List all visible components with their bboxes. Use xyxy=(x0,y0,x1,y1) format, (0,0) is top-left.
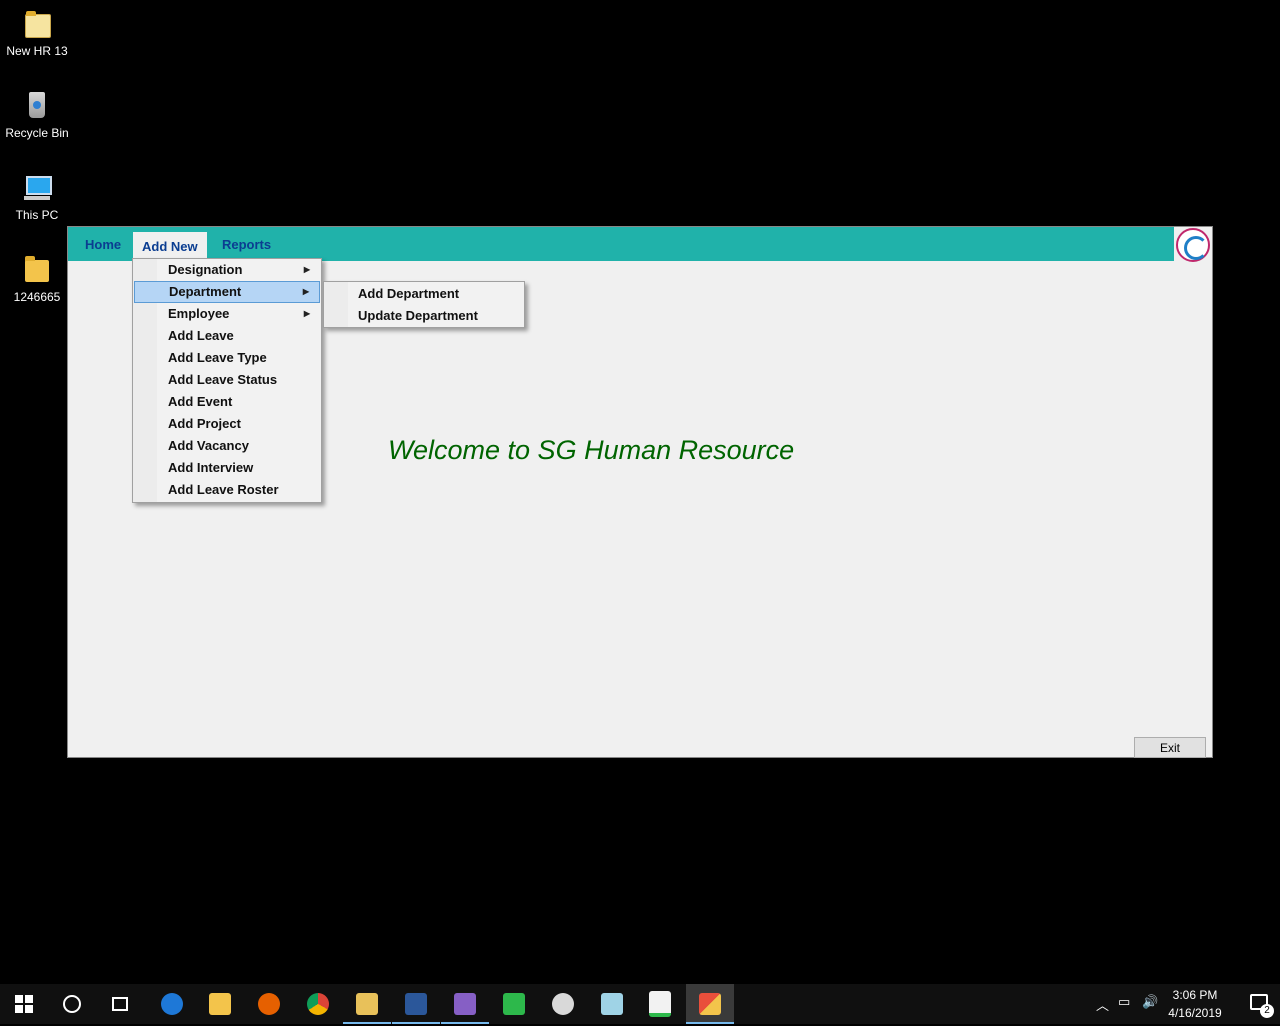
word-icon xyxy=(405,993,427,1015)
menubar: Home Add New Reports xyxy=(68,227,1174,261)
menu-item-add-leave-type[interactable]: Add Leave Type xyxy=(134,347,320,369)
task-view-icon xyxy=(112,997,128,1011)
viewer-icon xyxy=(503,993,525,1015)
task-view-button[interactable] xyxy=(96,984,144,1024)
menu-item-label: Designation xyxy=(168,262,243,277)
menu-item-add-project[interactable]: Add Project xyxy=(134,413,320,435)
menu-item-designation[interactable]: Designation ▶ xyxy=(134,259,320,281)
department-submenu: Add Department Update Department xyxy=(323,281,525,328)
menu-item-label: Employee xyxy=(168,306,230,321)
company-logo-icon xyxy=(1176,228,1210,262)
taskbar-project[interactable] xyxy=(636,984,684,1024)
start-button[interactable] xyxy=(0,984,48,1024)
taskbar-viewer[interactable] xyxy=(490,984,538,1024)
desktop-icon-this-pc[interactable]: This PC xyxy=(0,172,74,222)
welcome-heading: Welcome to SG Human Resource xyxy=(388,435,795,465)
menu-home[interactable]: Home xyxy=(76,233,130,257)
menu-item-add-event[interactable]: Add Event xyxy=(134,391,320,413)
desktop-icon-1246665[interactable]: 1246665 xyxy=(0,254,74,304)
menu-item-add-leave[interactable]: Add Leave xyxy=(134,325,320,347)
taskbar-chrome[interactable] xyxy=(294,984,342,1024)
submenu-arrow-icon: ▶ xyxy=(303,265,310,274)
taskbar-notes[interactable] xyxy=(588,984,636,1024)
taskbar-edge[interactable] xyxy=(148,984,196,1024)
chevron-up-icon[interactable]: ︿ xyxy=(1096,995,1109,1014)
taskbar: ︿ ▭ 🔊 3:06 PM 4/16/2019 2 xyxy=(0,984,1280,1024)
hr-app-icon xyxy=(699,993,721,1015)
folder-icon xyxy=(21,254,53,286)
menu-item-add-leave-roster[interactable]: Add Leave Roster xyxy=(134,479,320,501)
cortana-button[interactable] xyxy=(48,984,96,1024)
desktop-icon-label: Recycle Bin xyxy=(5,126,69,140)
clock-time: 3:06 PM xyxy=(1172,988,1218,1002)
visual-studio-icon xyxy=(454,993,476,1015)
volume-icon[interactable]: 🔊 xyxy=(1142,995,1158,1010)
desktop-icon-label: New HR 13 xyxy=(6,44,68,58)
notification-count-badge: 2 xyxy=(1260,1004,1274,1018)
menu-item-add-leave-status[interactable]: Add Leave Status xyxy=(134,369,320,391)
desktop-icon-label: 1246665 xyxy=(13,290,61,304)
taskbar-firefox[interactable] xyxy=(245,984,293,1024)
recycle-bin-icon xyxy=(21,90,53,122)
taskbar-sql-tool[interactable] xyxy=(343,984,391,1024)
clock-date: 4/16/2019 xyxy=(1168,1006,1222,1020)
taskbar-file-explorer[interactable] xyxy=(196,984,244,1024)
add-new-dropdown: Designation ▶ Department ▶ Employee ▶ Ad… xyxy=(132,258,322,503)
menu-item-add-interview[interactable]: Add Interview xyxy=(134,457,320,479)
project-icon xyxy=(649,991,671,1017)
cortana-icon xyxy=(63,995,81,1013)
file-explorer-icon xyxy=(209,993,231,1015)
edge-icon xyxy=(161,993,183,1015)
computer-icon xyxy=(21,172,53,204)
desktop-icon-recycle-bin[interactable]: Recycle Bin xyxy=(0,90,74,140)
taskbar-paint[interactable] xyxy=(539,984,587,1024)
taskbar-visual-studio[interactable] xyxy=(441,984,489,1024)
menu-reports[interactable]: Reports xyxy=(213,233,280,257)
desktop-icon-new-hr-13[interactable]: New HR 13 xyxy=(0,8,74,58)
network-icon[interactable]: ▭ xyxy=(1118,995,1130,1010)
folder-icon xyxy=(21,8,53,40)
sql-tool-icon xyxy=(356,993,378,1015)
submenu-arrow-icon: ▶ xyxy=(302,287,309,296)
firefox-icon xyxy=(258,993,280,1015)
menu-item-department[interactable]: Department ▶ xyxy=(134,281,320,303)
notes-icon xyxy=(601,993,623,1015)
taskbar-clock[interactable]: 3:06 PM 4/16/2019 xyxy=(1160,986,1230,1026)
chrome-icon xyxy=(307,993,329,1015)
menu-item-employee[interactable]: Employee ▶ xyxy=(134,303,320,325)
paint-icon xyxy=(552,993,574,1015)
taskbar-word[interactable] xyxy=(392,984,440,1024)
menu-item-update-department[interactable]: Update Department xyxy=(325,305,523,327)
menu-item-add-vacancy[interactable]: Add Vacancy xyxy=(134,435,320,457)
exit-button[interactable]: Exit xyxy=(1134,737,1206,758)
menu-add-new[interactable]: Add New xyxy=(133,232,207,261)
menu-item-label: Department xyxy=(169,284,242,299)
submenu-arrow-icon: ▶ xyxy=(303,309,310,318)
desktop-icon-label: This PC xyxy=(15,208,59,222)
windows-logo-icon xyxy=(15,995,33,1013)
menu-item-add-department[interactable]: Add Department xyxy=(325,283,523,305)
taskbar-hr-app[interactable] xyxy=(686,984,734,1024)
